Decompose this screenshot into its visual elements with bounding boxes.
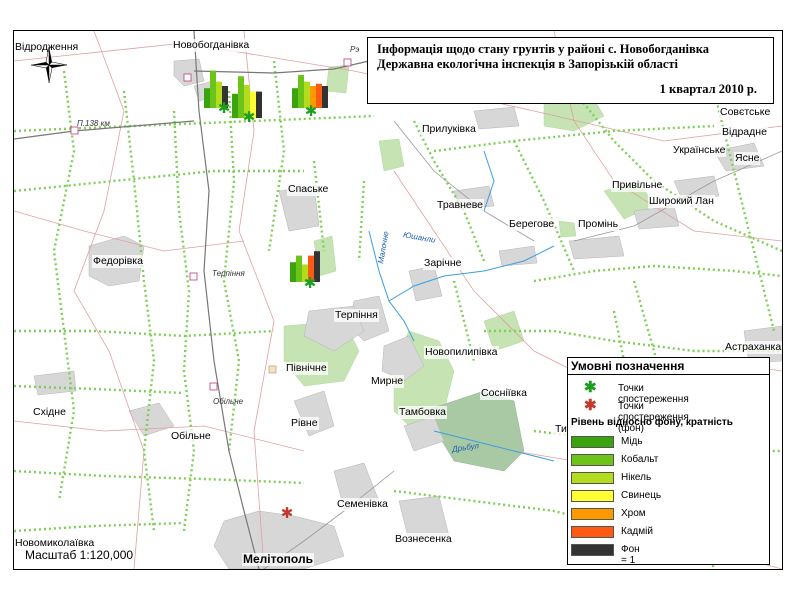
swatch-label: Кадмій	[621, 526, 653, 537]
chart-bar	[292, 88, 298, 108]
swatch-label: Свинець	[621, 490, 662, 501]
chart-bar	[290, 262, 296, 282]
observation-point-icon: ✱	[584, 379, 597, 396]
observation-point-marker[interactable]: ✱	[243, 108, 256, 126]
chart-bar	[232, 93, 238, 118]
map-period: 1 квартал 2010 р.	[659, 82, 757, 96]
observation-point-marker[interactable]: ✱	[305, 102, 318, 120]
color-swatch	[571, 544, 614, 556]
color-swatch	[571, 472, 614, 484]
color-swatch	[571, 454, 614, 466]
swatch-label: Фон = 1	[621, 544, 640, 566]
legend-level-title: Рівень відносно фону, кратність	[571, 417, 733, 428]
chart-bar	[298, 75, 304, 108]
scale-label: Масштаб 1:120,000	[25, 548, 134, 562]
swatch-label: Хром	[621, 508, 646, 519]
map-subtitle: Державна екологічна інспекція в Запорізь…	[377, 57, 679, 71]
chart-bar	[210, 70, 216, 108]
color-swatch	[571, 508, 614, 520]
background-point-marker[interactable]: ✱	[281, 504, 294, 522]
background-point-icon: ✱	[584, 397, 597, 414]
color-swatch	[571, 436, 614, 448]
legend-title: Умовні позначення	[571, 359, 685, 373]
chart-bar	[204, 88, 210, 108]
legend-divider	[568, 374, 769, 375]
info-box: Інформація щодо стану грунтів у районі с…	[367, 37, 774, 104]
color-swatch	[571, 490, 614, 502]
observation-point-marker[interactable]: ✱	[218, 99, 231, 117]
swatch-label: Нікель	[621, 472, 652, 483]
color-swatch	[571, 526, 614, 538]
map-title: Інформація щодо стану грунтів у районі с…	[377, 42, 710, 56]
chart-bar	[296, 255, 302, 282]
observation-point-marker[interactable]: ✱	[304, 274, 317, 292]
chart-bar	[322, 86, 328, 108]
chart-bar	[256, 91, 262, 118]
legend: Умовні позначення ✱ Точки спостереження …	[567, 357, 770, 566]
swatch-label: Мідь	[621, 436, 643, 447]
swatch-label: Кобальт	[621, 454, 659, 465]
